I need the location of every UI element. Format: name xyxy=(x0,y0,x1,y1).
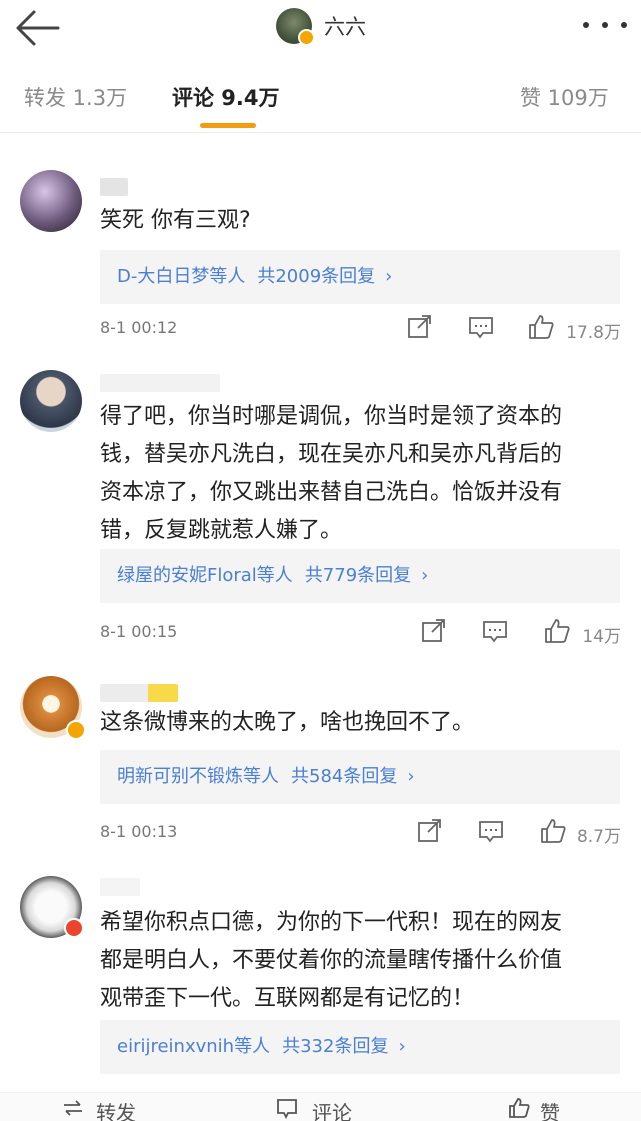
red-star-badge-icon xyxy=(64,918,84,938)
author-name: 六六 xyxy=(324,15,366,39)
comment-line: 希望你积点口德，为你的下一代积！现在的网友 xyxy=(100,910,563,935)
share-icon[interactable] xyxy=(406,314,432,340)
comment-line: 观带歪下一代。互联网都是有记忆的！ xyxy=(100,986,475,1011)
comment-line: 钱，替吴亦凡洗白，现在吴亦凡和吴亦凡背后的 xyxy=(100,442,563,467)
comment-icon[interactable] xyxy=(276,1097,298,1119)
reply-summary[interactable]: eirijreinxvnih等人 共332条回复 › xyxy=(100,1020,620,1074)
commenter-badge-redacted xyxy=(148,684,178,702)
comment-meta: 8-1 00:15 14万 xyxy=(100,618,621,648)
comment-time: 8-1 00:12 xyxy=(100,318,178,337)
comment-meta: 8-1 00:13 8.7万 xyxy=(100,818,621,848)
chevron-right-icon: › xyxy=(398,1036,406,1057)
top-bar: 六六 xyxy=(0,0,641,58)
bottom-comment-label[interactable]: 评论 xyxy=(312,1097,352,1121)
like-thumb-icon[interactable] xyxy=(540,818,566,844)
author-avatar[interactable] xyxy=(276,8,315,46)
tab-likes[interactable]: 赞 109万 xyxy=(520,82,609,112)
commenter-name-redacted[interactable] xyxy=(100,178,128,196)
comment-text: 笑死 你有三观? xyxy=(100,208,251,233)
commenter-name-redacted[interactable] xyxy=(100,374,220,392)
comment-text: 希望你积点口德，为你的下一代积！现在的网友 都是明白人，不要仗着你的流量瞎传播什… xyxy=(100,904,630,1018)
bottom-like-label[interactable]: 赞 xyxy=(540,1097,560,1121)
chevron-right-icon: › xyxy=(385,266,393,287)
reply-summary[interactable]: D-大白日梦等人 共2009条回复 › xyxy=(100,250,620,304)
tab-repost[interactable]: 转发 1.3万 xyxy=(24,82,127,112)
comment-line: 得了吧，你当时哪是调侃，你当时是领了资本的 xyxy=(100,404,563,429)
like-thumb-icon[interactable] xyxy=(508,1097,530,1119)
comment-text: 得了吧，你当时哪是调侃，你当时是领了资本的 钱，替吴亦凡洗白，现在吴亦凡和吴亦凡… xyxy=(100,398,630,550)
comment-icon[interactable] xyxy=(468,314,494,340)
reply-names: D-大白日梦等人 xyxy=(117,266,246,287)
more-dots-icon[interactable] xyxy=(583,14,627,36)
reply-count: 共779条回复 xyxy=(304,565,412,586)
active-tab-indicator xyxy=(200,123,256,128)
reply-summary[interactable]: 明新可别不锻炼等人 共584条回复 › xyxy=(100,750,620,804)
repost-icon[interactable] xyxy=(62,1097,84,1119)
comment-icon[interactable] xyxy=(478,818,504,844)
commenter-avatar[interactable] xyxy=(20,170,82,232)
like-count: 8.7万 xyxy=(576,827,621,847)
chevron-right-icon: › xyxy=(421,565,429,586)
verified-badge-icon xyxy=(298,29,315,46)
like-count: 17.8万 xyxy=(566,323,621,343)
commenter-avatar[interactable] xyxy=(20,370,82,432)
reply-names: 明新可别不锻炼等人 xyxy=(117,766,279,787)
comment-meta: 8-1 00:12 17.8万 xyxy=(100,314,621,344)
reply-names: 绿屋的安妮Floral等人 xyxy=(117,565,293,586)
reply-summary[interactable]: 绿屋的安妮Floral等人 共779条回复 › xyxy=(100,549,620,603)
verified-badge-icon xyxy=(66,720,86,740)
post-author[interactable]: 六六 xyxy=(276,6,366,46)
like-thumb-icon[interactable] xyxy=(528,314,554,340)
commenter-name-redacted[interactable] xyxy=(100,878,140,896)
reply-count: 共2009条回复 xyxy=(257,266,376,287)
comment-line: 都是明白人，不要仗着你的流量瞎传播什么价值 xyxy=(100,948,563,973)
reply-names: eirijreinxvnih等人 xyxy=(117,1036,271,1057)
reply-count: 共332条回复 xyxy=(282,1036,389,1057)
comment-icon[interactable] xyxy=(482,618,508,644)
comment-text: 这条微博来的太晚了，啥也挽回不了。 xyxy=(100,710,475,735)
share-icon[interactable] xyxy=(416,818,442,844)
share-icon[interactable] xyxy=(420,618,446,644)
back-arrow-icon[interactable] xyxy=(14,8,60,48)
like-count: 14万 xyxy=(582,627,621,647)
like-thumb-icon[interactable] xyxy=(544,618,570,644)
comment-line: 资本凉了，你又跳出来替自己洗白。恰饭并没有 xyxy=(100,480,563,505)
comment-line: 错，反复跳就惹人嫌了。 xyxy=(100,518,343,543)
reply-count: 共584条回复 xyxy=(291,766,398,787)
post-tabs: 转发 1.3万 评论 9.4万 赞 109万 xyxy=(0,66,641,133)
comment-time: 8-1 00:13 xyxy=(100,822,178,841)
chevron-right-icon: › xyxy=(407,766,415,787)
bottom-action-bar: 转发 评论 赞 xyxy=(0,1092,641,1121)
bottom-repost-label[interactable]: 转发 xyxy=(96,1097,136,1121)
comment-time: 8-1 00:15 xyxy=(100,622,178,641)
tab-comments[interactable]: 评论 9.4万 xyxy=(172,82,280,112)
